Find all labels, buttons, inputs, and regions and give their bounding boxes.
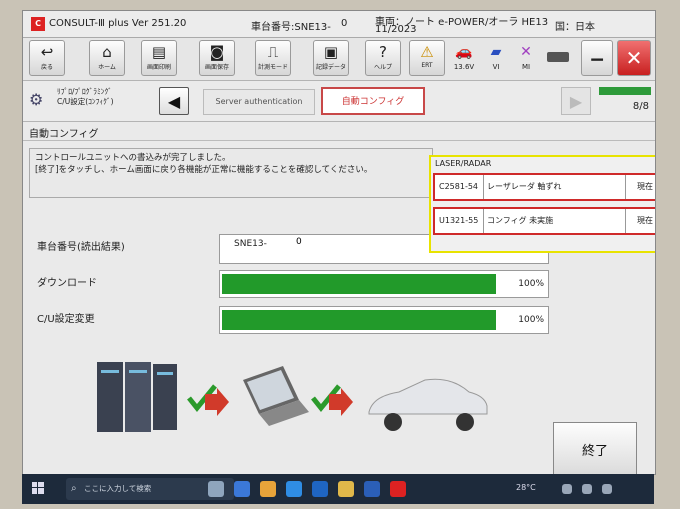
country-header: 国：日本 bbox=[555, 22, 595, 33]
step-auto-config[interactable]: 自動コンフィグ bbox=[321, 87, 425, 115]
title-bar: C CONSULT-Ⅲ plus Ver 251.20 車台番号:SNE13- … bbox=[23, 11, 655, 38]
record-data-icon: ▣ bbox=[323, 43, 339, 61]
car-icon bbox=[368, 378, 488, 431]
task-view-icon[interactable] bbox=[208, 481, 224, 497]
completion-message: コントロールユニットへの書込みが完了しました。 [終了]をタッチし、ホーム画面に… bbox=[29, 148, 433, 198]
connector-icon bbox=[547, 52, 569, 62]
section-title: 自動コンフィグ bbox=[29, 129, 99, 140]
download-progress: 100% bbox=[219, 270, 549, 298]
end-button[interactable]: 終了 bbox=[553, 422, 637, 474]
home-icon: ⌂ bbox=[102, 43, 112, 61]
taskbar-search-placeholder: ここに入力して検索 bbox=[84, 484, 152, 493]
divider bbox=[625, 175, 626, 199]
print-screen-button[interactable]: ▤ 画面印刷 bbox=[141, 40, 177, 76]
dtc-row[interactable]: U1321-55 コンフィグ 未実施 現在 bbox=[433, 207, 655, 235]
dtc-panel: LASER/RADAR C2581-54 レーザレーダ 軸ずれ 現在 U1321… bbox=[429, 155, 655, 253]
dtc-description: コンフィグ 未実施 bbox=[487, 216, 554, 225]
vi-status: ▰ VI bbox=[481, 41, 511, 77]
windows-start-icon[interactable] bbox=[32, 482, 44, 494]
download-progress-fill bbox=[222, 274, 496, 294]
download-percent: 100% bbox=[518, 279, 544, 289]
download-label: ダウンロード bbox=[37, 278, 97, 289]
weather-temperature: 28°C bbox=[516, 483, 536, 492]
dtc-code: C2581-54 bbox=[439, 182, 479, 191]
minimize-button[interactable]: ▁ bbox=[581, 40, 613, 76]
vin-row-value: SNE13- bbox=[234, 239, 267, 249]
search-icon: ⌕ bbox=[71, 483, 77, 494]
cu-setting-label: C/U設定変更 bbox=[37, 314, 95, 325]
vi-icon: ▰ bbox=[490, 44, 502, 60]
minimize-icon: ▁ bbox=[591, 43, 603, 61]
taskbar: ⌕ ここに入力して検索 28°C bbox=[22, 474, 654, 504]
warning-icon: ⚠ bbox=[420, 43, 434, 61]
store-icon[interactable] bbox=[364, 481, 380, 497]
app-title: CONSULT-Ⅲ plus Ver 251.20 bbox=[49, 18, 187, 29]
print-icon: ▤ bbox=[151, 43, 167, 61]
dtc-status: 現在 bbox=[637, 216, 653, 225]
battery-icon[interactable] bbox=[602, 484, 612, 494]
laptop-icon bbox=[243, 366, 309, 426]
help-button[interactable]: ? ヘルプ bbox=[365, 40, 401, 76]
mi-icon: ✕ bbox=[520, 44, 532, 60]
server-icon bbox=[97, 362, 177, 432]
vehicle-year: 11/2023 bbox=[375, 24, 417, 35]
folder-icon[interactable] bbox=[338, 481, 354, 497]
help-icon: ? bbox=[379, 43, 387, 61]
back-toolbar-button[interactable]: ↩ 戻る bbox=[29, 40, 65, 76]
close-icon: ✕ bbox=[625, 46, 643, 70]
chevron-right-icon: ▶ bbox=[569, 92, 583, 111]
step-server-authentication[interactable]: Server authentication bbox=[203, 89, 315, 115]
save-screen-button[interactable]: ◙ 画面保存 bbox=[199, 40, 235, 76]
check-arrow-icon bbox=[187, 384, 229, 416]
battery-status: 🚗 13.6V bbox=[449, 41, 479, 77]
process-illustration bbox=[97, 362, 488, 432]
vin-header: 車台番号:SNE13- bbox=[251, 22, 331, 33]
camera-icon: ◙ bbox=[209, 43, 225, 61]
vin-row-label: 車台番号(読出結果) bbox=[37, 242, 125, 253]
network-icon[interactable] bbox=[562, 484, 572, 494]
page-counter: 8/8 bbox=[632, 101, 649, 112]
volume-icon[interactable] bbox=[582, 484, 592, 494]
copilot-icon[interactable] bbox=[260, 481, 276, 497]
measure-icon: ⎍ bbox=[267, 43, 279, 61]
divider bbox=[23, 140, 655, 141]
step-progress-bar bbox=[599, 87, 651, 95]
cu-setting-percent: 100% bbox=[518, 315, 544, 325]
breadcrumb: ⚙ ﾘﾌﾟﾛ/ﾌﾟﾛｸﾞﾗﾐﾝｸﾞ C/U設定(ｺﾝﾌｨｸﾞ) ◀ Server… bbox=[23, 81, 655, 122]
ert-button[interactable]: ⚠ ERT bbox=[409, 40, 445, 76]
dtc-row[interactable]: C2581-54 レーザレーダ 軸ずれ 現在 bbox=[433, 173, 655, 201]
dtc-panel-title: LASER/RADAR bbox=[435, 159, 492, 168]
consult-taskbar-icon[interactable] bbox=[390, 481, 406, 497]
dtc-description: レーザレーダ 軸ずれ bbox=[487, 182, 562, 191]
close-button[interactable]: ✕ bbox=[617, 40, 651, 76]
measure-mode-button[interactable]: ⎍ 計測モード bbox=[255, 40, 291, 76]
record-data-button[interactable]: ▣ 記録データ bbox=[313, 40, 349, 76]
mi-status: ✕ MI bbox=[511, 41, 541, 77]
vin-header-suffix: 0 bbox=[341, 18, 348, 29]
consult-window: C CONSULT-Ⅲ plus Ver 251.20 車台番号:SNE13- … bbox=[22, 10, 656, 475]
edge-icon[interactable] bbox=[286, 481, 302, 497]
check-arrow-icon bbox=[311, 384, 353, 416]
consult-logo-icon: C bbox=[31, 17, 45, 31]
cu-setting-progress: 100% bbox=[219, 306, 549, 334]
outlook-icon[interactable] bbox=[312, 481, 328, 497]
dtc-code: U1321-55 bbox=[439, 216, 479, 225]
vin-row-suffix: 0 bbox=[296, 237, 302, 247]
divider bbox=[625, 209, 626, 233]
toolbar: ↩ 戻る ⌂ ホーム ▤ 画面印刷 ◙ 画面保存 ⎍ 計測モード ▣ 記録データ… bbox=[23, 38, 655, 81]
explorer-icon[interactable] bbox=[234, 481, 250, 497]
divider bbox=[483, 175, 484, 199]
back-arrow-button[interactable]: ◀ bbox=[159, 87, 189, 115]
chevron-left-icon: ◀ bbox=[167, 92, 181, 111]
reprogramming-icon: ⚙ bbox=[29, 90, 44, 109]
divider bbox=[483, 209, 484, 233]
next-arrow-button[interactable]: ▶ bbox=[561, 87, 591, 115]
back-icon: ↩ bbox=[40, 43, 54, 61]
dtc-status: 現在 bbox=[637, 182, 653, 191]
home-button[interactable]: ⌂ ホーム bbox=[89, 40, 125, 76]
cu-setting-progress-fill bbox=[222, 310, 496, 330]
car-battery-icon: 🚗 bbox=[455, 44, 473, 60]
breadcrumb-system: ﾘﾌﾟﾛ/ﾌﾟﾛｸﾞﾗﾐﾝｸﾞ C/U設定(ｺﾝﾌｨｸﾞ) bbox=[57, 87, 114, 106]
